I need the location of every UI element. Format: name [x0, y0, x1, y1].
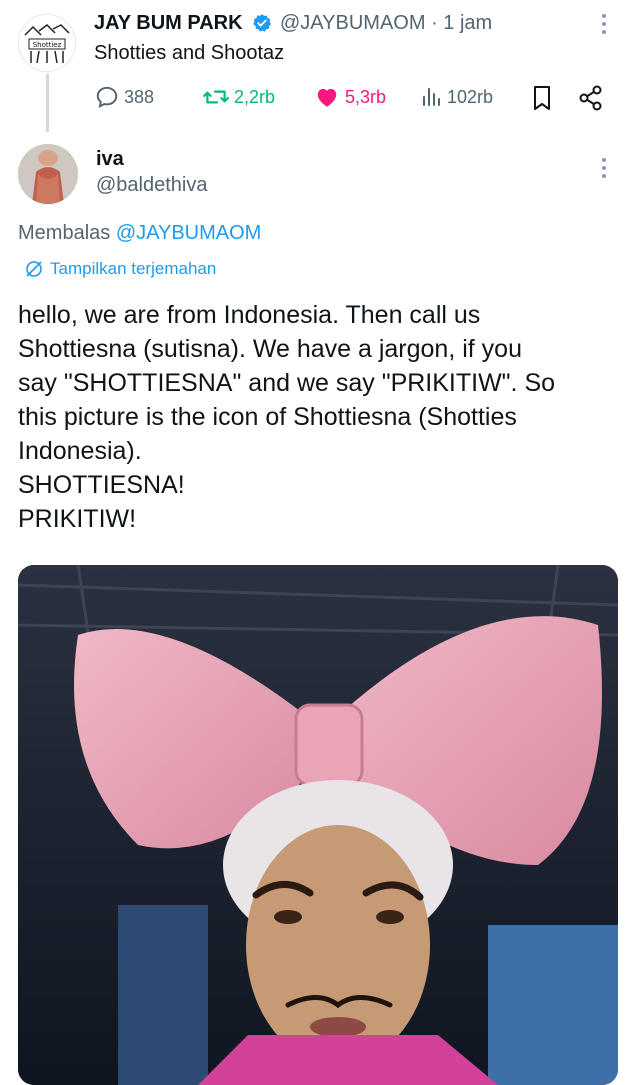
repost-button[interactable]: 2,2rb	[202, 84, 275, 110]
reply-text-line: this picture is the icon of Shottiesna (…	[18, 403, 517, 431]
replying-to-handle-link[interactable]: @JAYBUMAOM	[116, 222, 262, 244]
attached-photo[interactable]	[18, 565, 618, 1085]
reply-text-line: say "SHOTTIESNA" and we say "PRIKITIW". …	[18, 369, 556, 397]
parent-display-name[interactable]: JAY BUM PARK	[94, 12, 243, 35]
share-icon[interactable]	[578, 84, 604, 112]
reply-button[interactable]: 388	[94, 84, 154, 110]
shottiez-logo-image: Shottiez	[19, 15, 75, 71]
reply-tweet-text: hello, we are from Indonesia. Then call …	[18, 298, 618, 536]
replying-to-prefix: Membalas	[18, 222, 111, 244]
reply-text-line: hello, we are from Indonesia. Then call …	[18, 301, 481, 329]
reply-text-line: PRIKITIW!	[18, 505, 137, 533]
repost-icon	[203, 90, 229, 104]
parent-avatar[interactable]: Shottiez	[18, 14, 76, 72]
reply-handle[interactable]: @baldethiva	[96, 174, 207, 197]
repost-count: 2,2rb	[234, 86, 276, 107]
svg-text:Shottiez: Shottiez	[33, 41, 62, 49]
translate-icon	[26, 261, 42, 277]
bookmark-icon[interactable]	[530, 84, 554, 112]
reply-text-line: SHOTTIESNA!	[18, 471, 185, 499]
views-button[interactable]: 102rb	[421, 84, 493, 110]
like-count: 5,3rb	[345, 86, 387, 107]
thread-connector-line	[46, 74, 49, 132]
more-icon[interactable]	[600, 14, 608, 40]
show-translation-link[interactable]: Tampilkan terjemahan	[24, 259, 216, 279]
like-icon	[317, 88, 337, 107]
reply-count: 388	[124, 86, 155, 107]
reply-text-line: Shottiesna (sutisna). We have a jargon, …	[18, 335, 522, 363]
replying-to: Membalas @JAYBUMAOM	[18, 222, 261, 245]
parent-handle[interactable]: @JAYBUMAOM	[280, 12, 426, 34]
reply-text-line: Indonesia).	[18, 437, 142, 465]
like-button[interactable]: 5,3rb	[313, 84, 386, 110]
verified-badge-icon	[253, 14, 271, 32]
reply-icon	[96, 86, 118, 108]
show-translation-label: Tampilkan terjemahan	[50, 259, 217, 278]
parent-tweet-text: Shotties and Shootaz	[94, 42, 285, 64]
views-icon	[423, 88, 440, 106]
reply-avatar-image	[18, 144, 78, 204]
reply-display-name[interactable]: iva	[96, 148, 124, 171]
parent-time[interactable]: · 1 jam	[431, 12, 492, 34]
reply-avatar[interactable]	[18, 144, 78, 204]
parent-handle-and-time: @JAYBUMAOM · 1 jam	[280, 12, 492, 35]
views-count: 102rb	[447, 86, 494, 107]
photo-person-with-pink-bow	[18, 565, 618, 1085]
more-icon[interactable]	[600, 158, 608, 184]
